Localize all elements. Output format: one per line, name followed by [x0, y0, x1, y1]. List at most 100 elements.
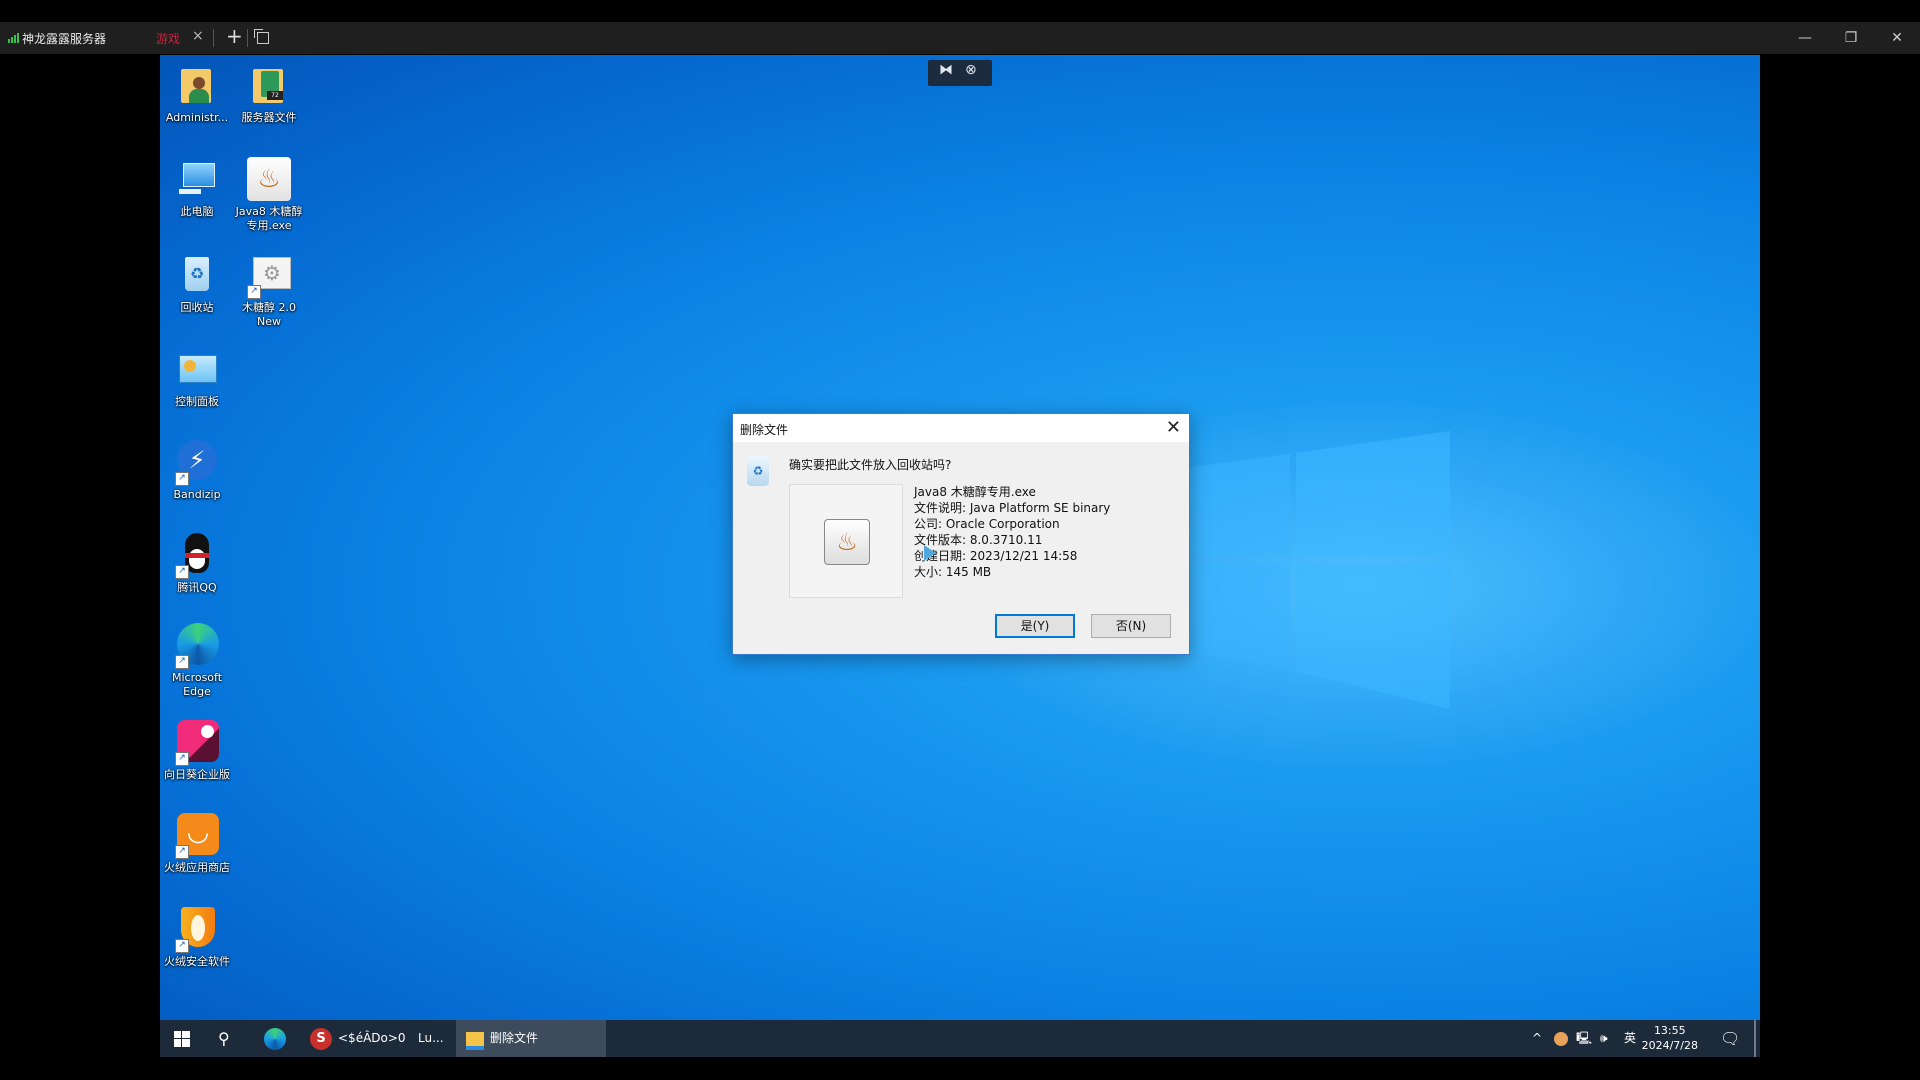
multi-window-icon[interactable]	[254, 29, 269, 44]
this-pc-icon	[175, 157, 219, 201]
dialog-question: 确实要把此文件放入回收站吗?	[789, 458, 952, 472]
minimize-button[interactable]: —	[1782, 22, 1828, 54]
server-folder-icon: 72	[247, 63, 291, 107]
dialog-titlebar: 删除文件 ✕	[733, 414, 1189, 442]
mouse-cursor	[924, 545, 936, 561]
desktop-icon-label: 回收站	[180, 301, 214, 314]
shortcut-arrow-icon: ↗	[175, 565, 189, 579]
desktop-icon-server-files[interactable]: 72 服务器文件	[232, 63, 306, 125]
tab-close-icon[interactable]: ×	[192, 28, 204, 44]
show-hidden-icons[interactable]: ^	[1532, 1020, 1542, 1057]
shortcut-arrow-icon: ↗	[175, 472, 189, 486]
sunlogin-icon: ↗	[175, 720, 219, 766]
taskbar-s-app[interactable]: S <$éÂDo>0	[310, 1020, 430, 1057]
desktop-icon-label: 木糖醇 2.0 New	[242, 301, 296, 328]
ime-indicator[interactable]: 英	[1624, 1020, 1636, 1057]
delete-file-dialog: 删除文件 ✕ ♻ 确实要把此文件放入回收站吗? ♨ Java8 木糖醇专用.ex…	[732, 413, 1190, 655]
desktop-icon-label: 火绒应用商店	[164, 861, 230, 874]
desktop-icon-label: Bandizip	[173, 488, 221, 501]
no-button[interactable]: 否(N)	[1091, 614, 1171, 638]
desktop-icon-java8[interactable]: ♨ Java8 木糖醇专用.exe	[232, 157, 306, 233]
desktop-icon-label: 服务器文件	[241, 111, 297, 124]
tab-game[interactable]: 游戏	[156, 30, 180, 47]
taskbar-delete-file[interactable]: 删除文件	[456, 1020, 606, 1057]
desktop-icon-this-pc[interactable]: 此电脑	[160, 157, 234, 219]
disconnect-icon[interactable]: ⊗	[965, 62, 977, 78]
bandizip-icon: ⚡ ↗	[175, 440, 219, 486]
audio-app-tray-icon[interactable]	[1554, 1020, 1568, 1057]
control-panel-icon	[175, 347, 219, 391]
file-size: 大小: 145 MB	[914, 565, 992, 579]
dialog-close-icon[interactable]: ✕	[1166, 417, 1181, 438]
desktop-icon-label: 此电脑	[180, 205, 214, 218]
divider	[247, 29, 248, 47]
huorong-security-icon: ↗	[175, 907, 219, 953]
divider	[213, 29, 214, 47]
desktop-icon-bandizip[interactable]: ⚡ ↗ Bandizip	[160, 440, 234, 502]
collapse-toolbar-icon[interactable]: ⧓	[939, 62, 953, 78]
action-center-icon[interactable]: 🗨	[1720, 1020, 1740, 1057]
clock-date: 2024/7/28	[1641, 1039, 1698, 1052]
clock[interactable]: 13:55 2024/7/28	[1642, 1023, 1698, 1053]
qq-icon: ↗	[175, 533, 219, 579]
java-icon: ♨	[824, 519, 870, 565]
new-tab-button[interactable]: +	[226, 24, 243, 48]
s-app-icon: S	[310, 1028, 332, 1050]
desktop-icon-huorong-store[interactable]: ◡ ↗ 火绒应用商店	[160, 813, 234, 875]
desktop-icon-label: Microsoft Edge	[171, 671, 223, 698]
volume-icon[interactable]: 🕪	[1600, 1020, 1608, 1057]
desktop-icon-sunlogin[interactable]: ↗ 向日葵企业版	[160, 720, 234, 782]
edge-icon	[264, 1028, 286, 1050]
desktop-icon-label: Administr...	[165, 111, 229, 124]
desktop-icon-label: 腾讯QQ	[177, 581, 217, 594]
search-button[interactable]: ⚲	[218, 1020, 238, 1057]
file-name: Java8 木糖醇专用.exe	[914, 485, 1036, 499]
taskbar-lu[interactable]: Lu...	[418, 1020, 448, 1057]
file-version: 文件版本: 8.0.3710.11	[914, 533, 1043, 547]
close-button[interactable]: ✕	[1874, 22, 1920, 54]
network-icon[interactable]: 🖳	[1576, 1020, 1592, 1057]
desktop-icon-qq[interactable]: ↗ 腾讯QQ	[160, 533, 234, 595]
shortcut-arrow-icon: ↗	[175, 752, 189, 766]
show-desktop-button[interactable]	[1754, 1020, 1756, 1057]
file-details: Java8 木糖醇专用.exe 文件说明: Java Platform SE b…	[914, 484, 1110, 580]
shortcut-arrow-icon: ↗	[175, 845, 189, 859]
start-icon	[174, 1031, 190, 1047]
dialog-title: 删除文件	[740, 423, 789, 437]
taskbar-item-label: <$éÂDo>0	[338, 1031, 406, 1045]
desktop-icon-label: 火绒安全软件	[164, 955, 230, 968]
edge-icon: ↗	[175, 623, 219, 669]
desktop-icon-administrator[interactable]: Administr...	[160, 63, 234, 125]
shortcut-arrow-icon: ↗	[175, 939, 189, 953]
remote-app-titlebar: 神龙露露服务器 游戏 × + — ❐ ✕	[0, 22, 1920, 54]
desktop-icon-label: Java8 木糖醇专用.exe	[235, 205, 303, 232]
taskbar-edge[interactable]	[264, 1020, 290, 1057]
desktop-icon-mutangchun[interactable]: ⚙ ↗ 木糖醇 2.0 New	[232, 253, 306, 329]
shortcut-arrow-icon: ↗	[175, 655, 189, 669]
remote-control-toolbar: ⧓ ⊗	[928, 60, 992, 86]
desktop-icon-label: 向日葵企业版	[164, 768, 230, 781]
desktop-icon-huorong-security[interactable]: ↗ 火绒安全软件	[160, 907, 234, 969]
shortcut-arrow-icon: ↗	[247, 285, 261, 299]
java-icon: ♨	[247, 157, 291, 201]
taskbar: ⚲ S <$éÂDo>0 Lu... 删除文件 ^ 🖳 🕪 英 13:55 20…	[160, 1020, 1760, 1057]
recycle-bin-icon: ♻	[747, 456, 769, 486]
file-description: 文件说明: Java Platform SE binary	[914, 501, 1111, 515]
yes-button[interactable]: 是(Y)	[995, 614, 1075, 638]
file-explorer-icon	[466, 1032, 484, 1050]
clock-time: 13:55	[1653, 1024, 1686, 1037]
gears-app-icon: ⚙ ↗	[247, 253, 291, 299]
recycle-bin-icon: ♻	[175, 253, 219, 297]
desktop-icon-edge[interactable]: ↗ Microsoft Edge	[160, 623, 234, 699]
desktop-icon-control-panel[interactable]: 控制面板	[160, 347, 234, 409]
restore-button[interactable]: ❐	[1828, 22, 1874, 54]
taskbar-item-label: Lu...	[418, 1031, 444, 1045]
file-thumbnail: ♨	[789, 484, 903, 598]
file-created-date: 创建日期: 2023/12/21 14:58	[914, 549, 1078, 563]
search-icon: ⚲	[218, 1029, 230, 1048]
desktop-icon-recycle-bin[interactable]: ♻ 回收站	[160, 253, 234, 315]
windows-wallpaper-logo	[1160, 431, 1450, 709]
desktop-icon-label: 控制面板	[175, 395, 219, 408]
start-button[interactable]	[174, 1020, 194, 1057]
user-folder-icon	[175, 63, 219, 107]
